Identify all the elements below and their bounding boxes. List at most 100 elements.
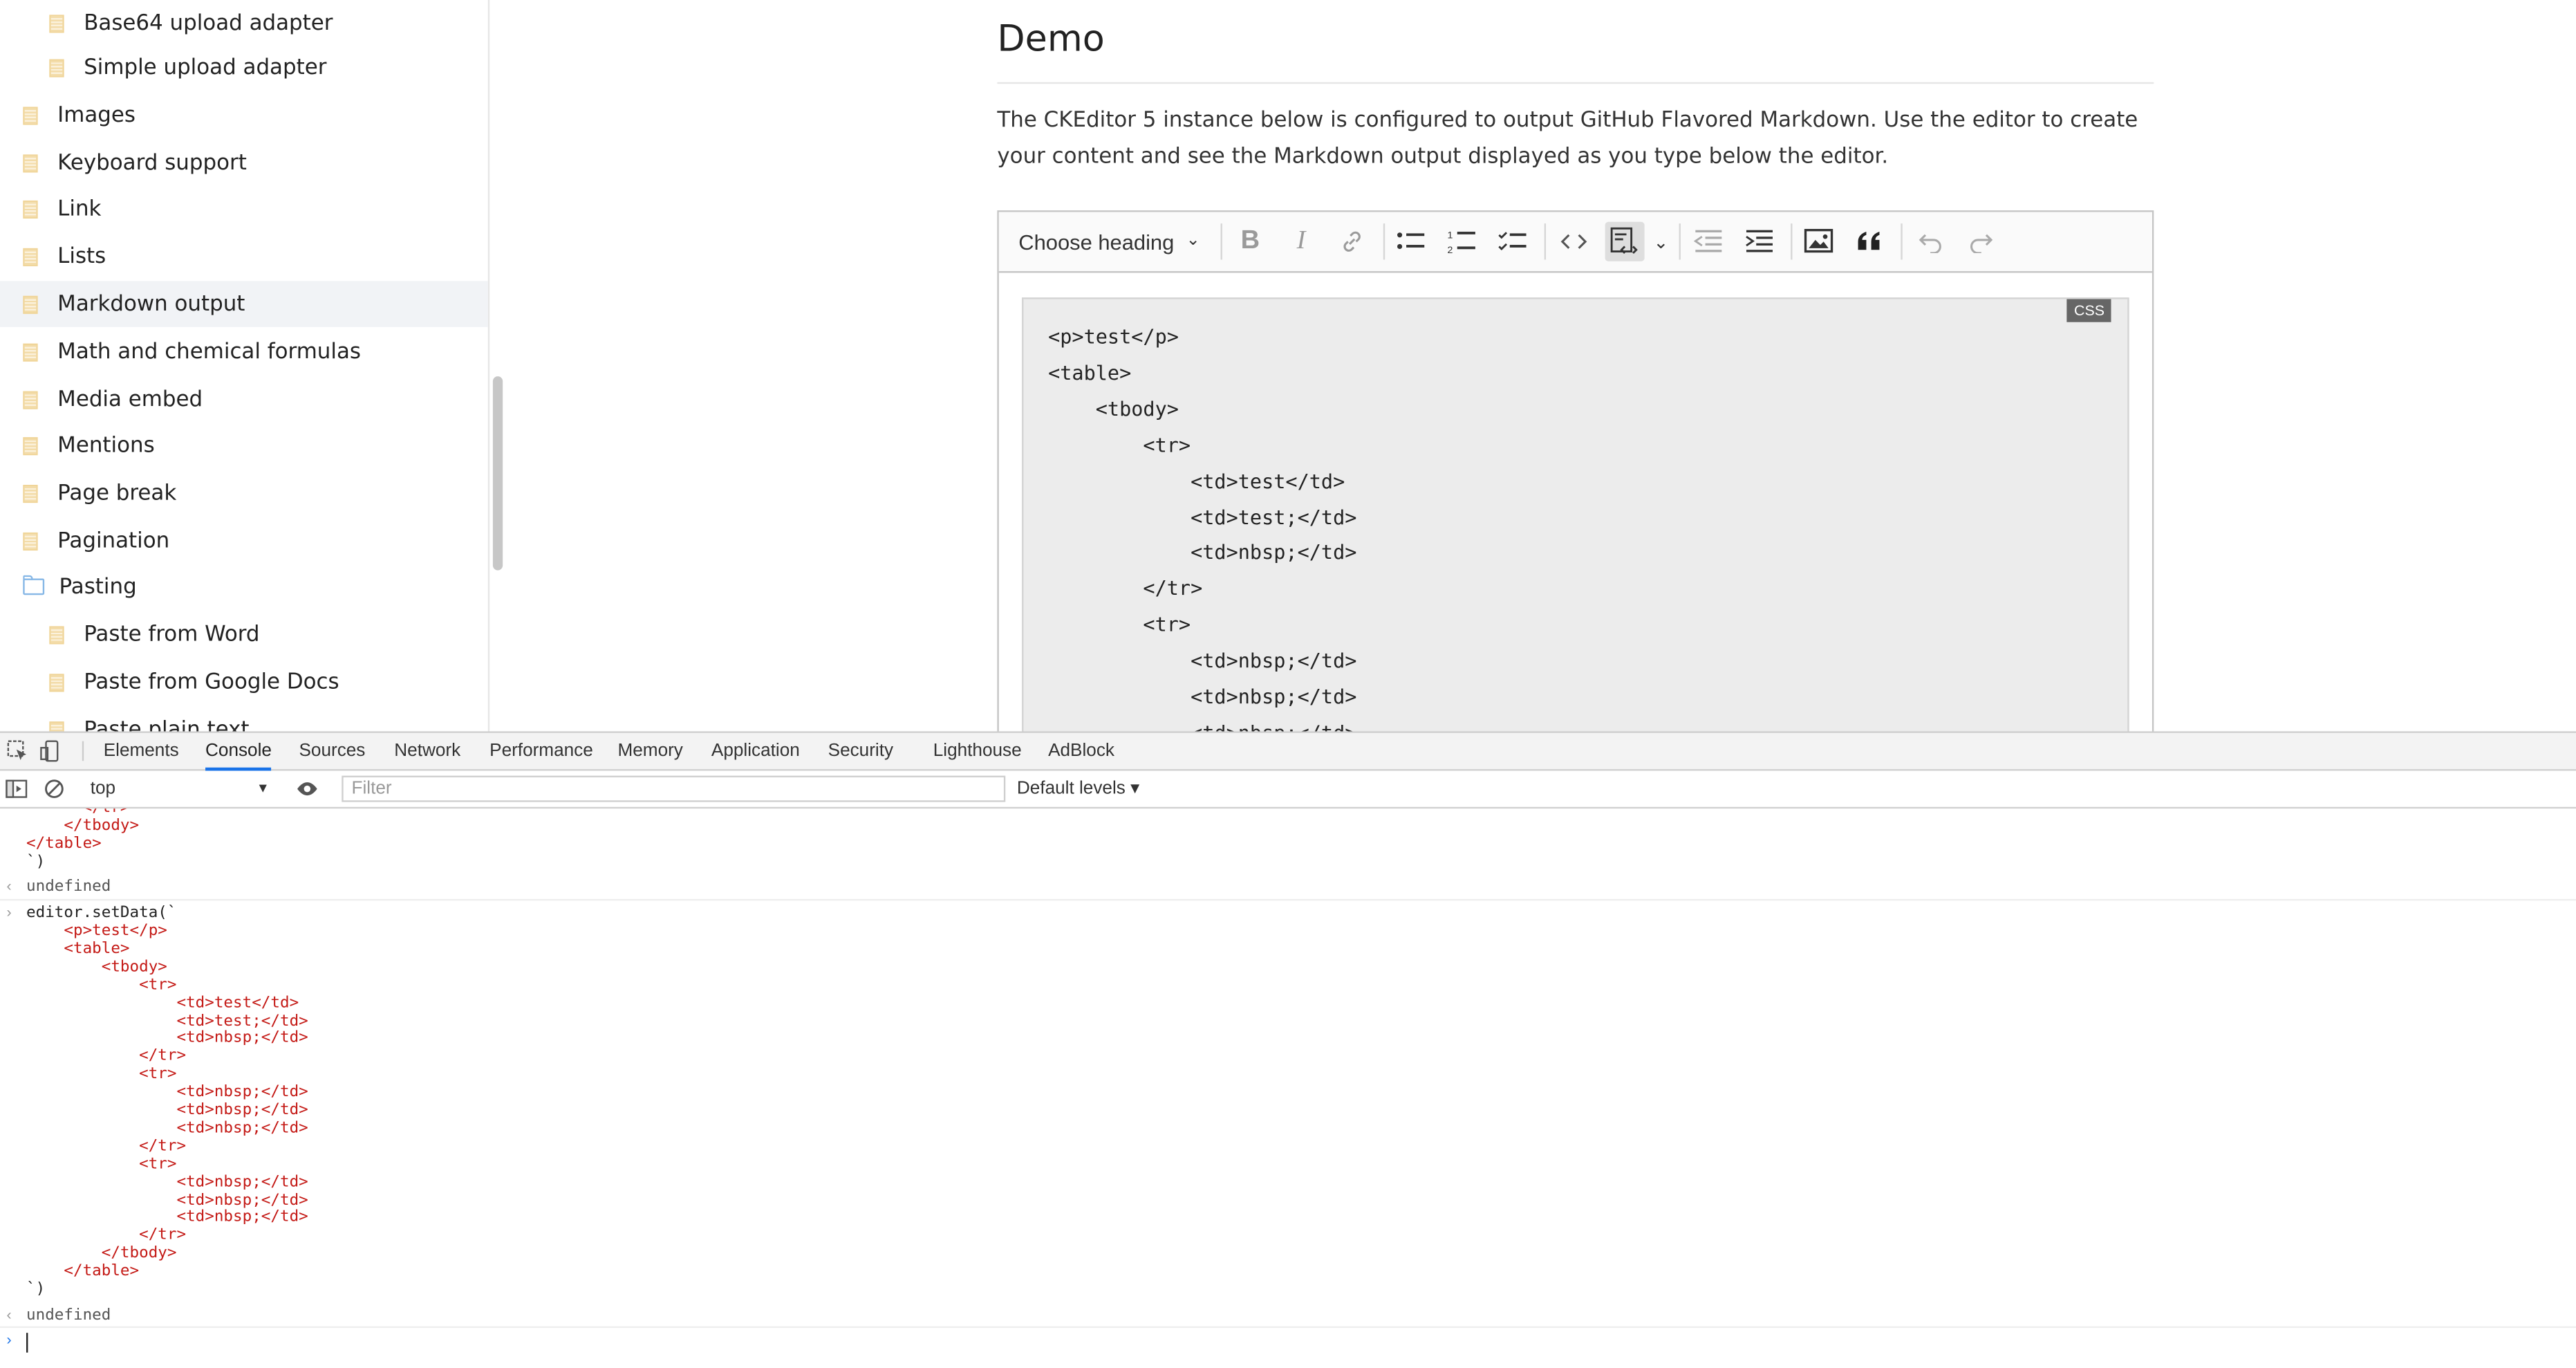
code-icon — [1560, 234, 1587, 249]
sidebar-item[interactable]: Link — [0, 186, 488, 232]
page-icon — [23, 342, 38, 361]
tab-elements[interactable]: Elements — [104, 733, 179, 769]
tab-console[interactable]: Console — [205, 733, 272, 771]
bold-button[interactable]: B — [1231, 222, 1270, 261]
clear-console-icon[interactable] — [43, 777, 66, 800]
sidebar-item-label: Keyboard support — [57, 150, 247, 176]
sidebar-item[interactable]: Paste plain text — [0, 707, 488, 732]
bulleted-list-icon — [1397, 232, 1425, 250]
tab-performance[interactable]: Performance — [489, 733, 593, 769]
toolbar-separator — [1220, 223, 1222, 260]
console-command-line: </tr> — [26, 1136, 187, 1156]
blockquote-button[interactable] — [1850, 222, 1889, 261]
console-divider — [0, 898, 2576, 901]
redo-button[interactable] — [1961, 222, 2001, 261]
chevron-down-icon: ⌄ — [1186, 232, 1200, 250]
sidebar-item[interactable]: Paste from Google Docs — [0, 659, 488, 705]
console-command-line: <tr> — [26, 975, 177, 994]
tab-application[interactable]: Application — [711, 733, 800, 769]
sidebar-item-label: Base64 upload adapter — [84, 10, 333, 36]
sidebar-item[interactable]: Math and chemical formulas — [0, 329, 488, 375]
code-button[interactable] — [1554, 222, 1594, 261]
console-command-line: </table> — [26, 1262, 140, 1281]
console-command-line: <p>test</p> — [26, 922, 167, 941]
console-output: </tr> </tbody></table>`)‹undefined›edito… — [0, 808, 2576, 1364]
console-command-line: </tbody> — [26, 1244, 177, 1263]
context-select[interactable]: top ▼ — [80, 776, 272, 802]
console-input[interactable] — [26, 1331, 2556, 1354]
sidebar-item-label: Paste plain text — [84, 717, 250, 732]
numbered-list-icon: 12 — [1447, 230, 1475, 256]
heading-dropdown-label: Choose heading — [1018, 229, 1175, 255]
device-toolbar-icon[interactable] — [39, 739, 62, 762]
insert-image-button[interactable] — [1799, 222, 1838, 261]
sidebar-item[interactable]: Page break — [0, 470, 488, 517]
title-divider — [997, 82, 2154, 84]
image-icon — [1804, 229, 1833, 253]
page-icon — [49, 673, 64, 692]
tab-sources[interactable]: Sources — [299, 733, 365, 769]
inspect-element-icon[interactable] — [7, 739, 30, 762]
sidebar-item[interactable]: Markdown output — [0, 281, 488, 327]
sidebar-scrollbar[interactable] — [492, 376, 503, 571]
sidebar-item[interactable]: Media embed — [0, 376, 488, 423]
bulleted-list-button[interactable] — [1392, 222, 1431, 261]
sidebar-item-label: Simple upload adapter — [84, 55, 327, 80]
sidebar-item[interactable]: Lists — [0, 233, 488, 279]
sidebar-item[interactable]: Paste from Word — [0, 611, 488, 658]
code-line: <td>nbsp;</td> — [1048, 649, 1357, 673]
devtools-panel: Elements Console Sources Network Performance… — [0, 731, 2576, 1365]
numbered-list-button[interactable]: 12 — [1442, 222, 1482, 261]
console-result: undefined — [26, 1306, 111, 1325]
sidebar-item[interactable]: Images — [0, 92, 488, 138]
code-block[interactable]: CSS <p>test</p> <table> <tbody> <tr> <td>… — [1022, 297, 2129, 732]
intro-paragraph: The CKEditor 5 instance below is configu… — [997, 108, 2138, 169]
code-line: <td>test</td> — [1048, 469, 1345, 492]
tab-security[interactable]: Security — [828, 733, 893, 769]
console-command-line: <td>nbsp;</td> — [26, 1208, 308, 1227]
tab-network[interactable]: Network — [394, 733, 460, 769]
tab-memory[interactable]: Memory — [617, 733, 682, 769]
folder-icon — [23, 575, 45, 595]
sidebar-toggle-icon[interactable] — [5, 777, 28, 800]
indent-icon — [1746, 230, 1773, 252]
screen: Base64 upload adapter Simple upload adapt… — [0, 0, 2576, 1365]
log-levels-dropdown[interactable]: Default levels ▾ — [1017, 777, 1139, 799]
code-block-button[interactable] — [1605, 221, 1645, 261]
italic-icon: I — [1296, 226, 1306, 255]
tab-lighthouse[interactable]: Lighthouse — [933, 733, 1022, 769]
tab-adblock[interactable]: AdBlock — [1048, 733, 1114, 769]
console-command-line: <tr> — [26, 1154, 177, 1173]
undo-icon — [1919, 234, 1941, 253]
context-select-value: top — [90, 779, 116, 799]
input-prompt-icon: › — [6, 1331, 12, 1348]
heading-dropdown[interactable]: Choose heading ⌄ — [999, 212, 1219, 272]
code-line: <td>nbsp;</td> — [1048, 685, 1357, 709]
page-icon — [49, 14, 64, 33]
page-icon — [23, 483, 38, 502]
ckeditor: Choose heading ⌄ B I 12 ⌄ CSS <p>test</p… — [997, 210, 2154, 732]
sidebar-item[interactable]: Base64 upload adapter — [0, 0, 488, 46]
console-log-line: </tbody> — [26, 817, 140, 835]
sidebar-item[interactable]: Pasting — [0, 564, 488, 610]
dropdown-arrow-icon: ▼ — [256, 780, 270, 796]
sidebar-item[interactable]: Mentions — [0, 423, 488, 469]
indent-button[interactable] — [1739, 222, 1779, 261]
toolbar-separator — [1901, 223, 1903, 260]
todo-list-button[interactable] — [1493, 222, 1533, 261]
code-line: <tr> — [1048, 613, 1191, 637]
link-button[interactable] — [1332, 222, 1372, 261]
result-arrow-icon: ‹ — [6, 1306, 12, 1323]
sidebar-item-label: Pasting — [59, 574, 137, 600]
undo-button[interactable] — [1911, 222, 1950, 261]
svg-text:2: 2 — [1447, 245, 1453, 256]
italic-button[interactable]: I — [1281, 222, 1320, 261]
outdent-button[interactable] — [1689, 222, 1728, 261]
sidebar-item[interactable]: Pagination — [0, 518, 488, 564]
sidebar-item[interactable]: Simple upload adapter — [0, 44, 488, 91]
eye-icon[interactable] — [296, 777, 319, 800]
code-block-language-dropdown[interactable]: ⌄ — [1648, 222, 1674, 261]
page-title: Demo — [997, 19, 1105, 61]
sidebar-item[interactable]: Keyboard support — [0, 140, 488, 186]
filter-input[interactable]: Filter — [342, 775, 1006, 802]
